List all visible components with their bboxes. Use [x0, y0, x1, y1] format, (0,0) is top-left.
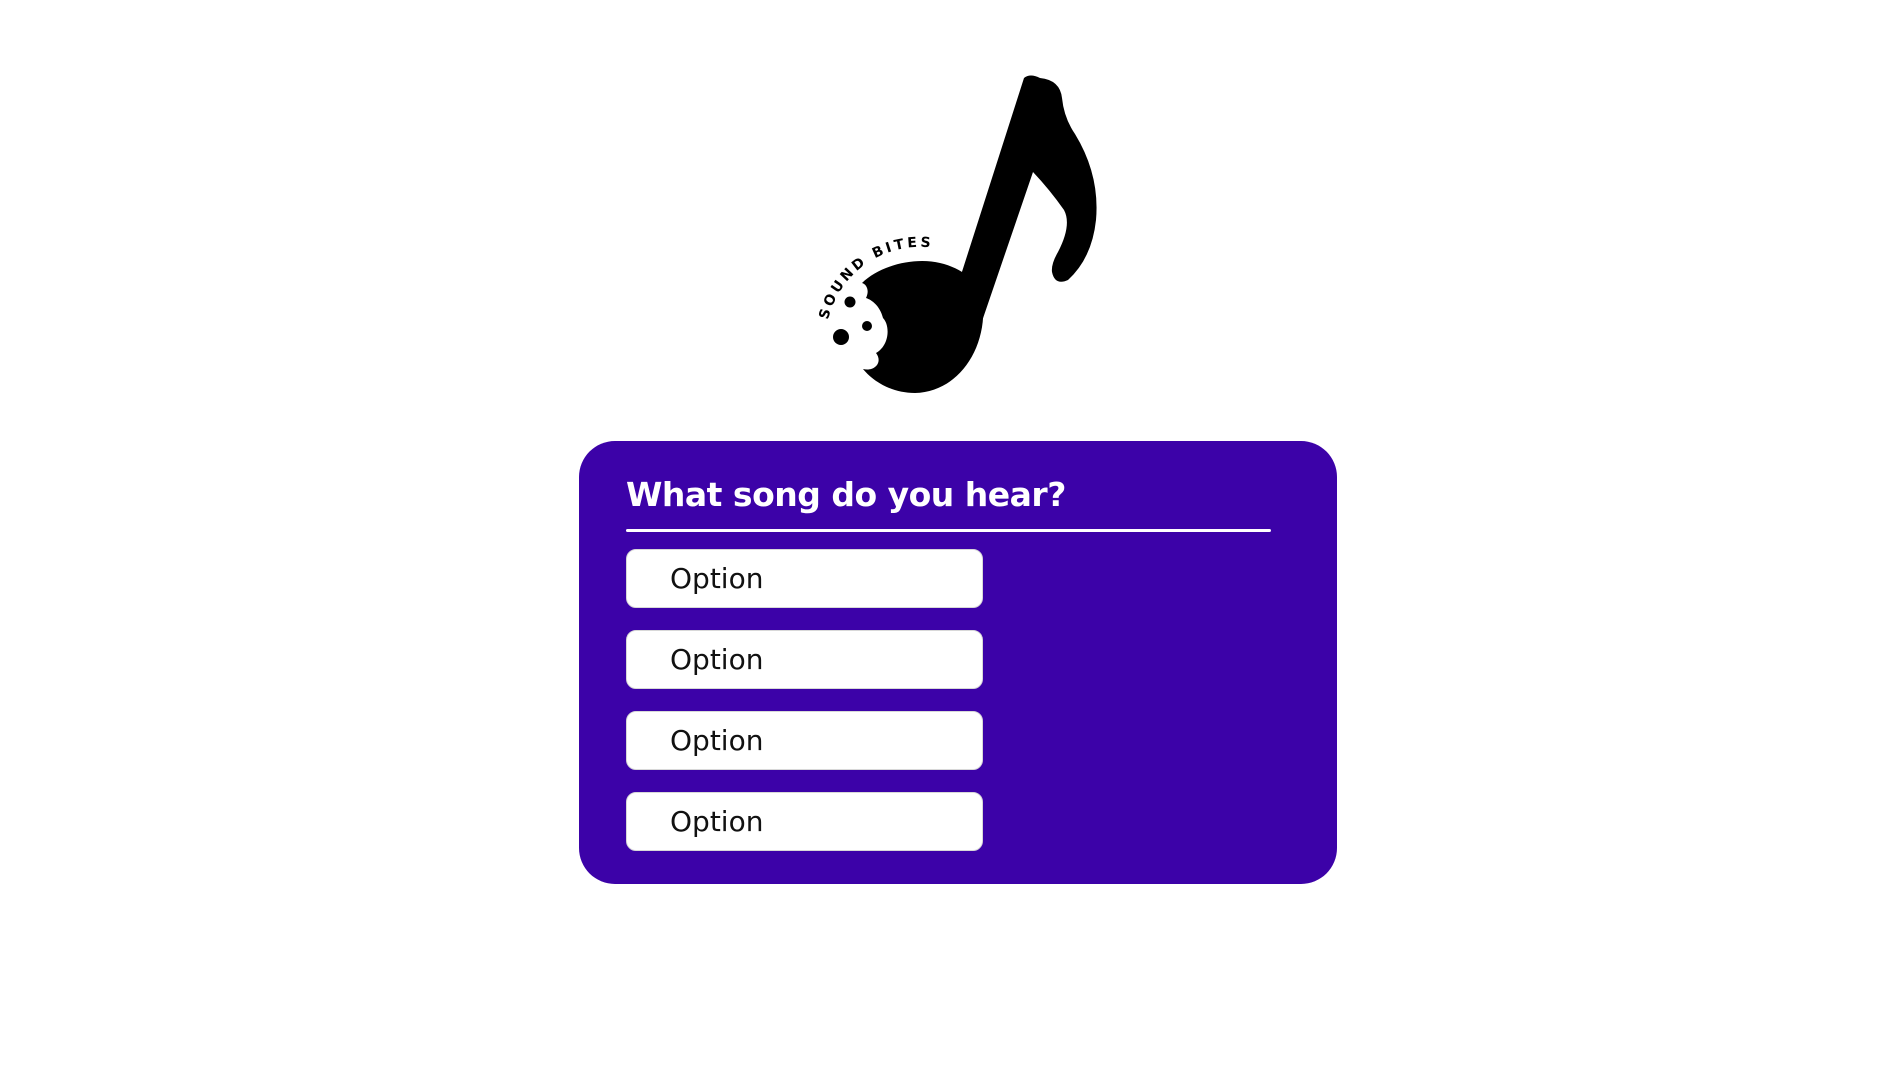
crumb-icon [862, 321, 872, 331]
option-button-4[interactable]: Option [626, 792, 983, 851]
question-heading: What song do you hear? [626, 475, 1066, 514]
quiz-card: What song do you hear? Option Option Opt… [579, 441, 1337, 884]
sound-bites-logo: SOUND BITES [805, 68, 1105, 398]
note-head-icon [862, 261, 984, 393]
options-list: Option Option Option Option [626, 549, 983, 873]
question-divider [626, 529, 1271, 532]
option-button-1[interactable]: Option [626, 549, 983, 608]
option-button-3[interactable]: Option [626, 711, 983, 770]
crumb-icon [833, 329, 849, 345]
option-button-2[interactable]: Option [626, 630, 983, 689]
crumb-icon [844, 296, 856, 308]
